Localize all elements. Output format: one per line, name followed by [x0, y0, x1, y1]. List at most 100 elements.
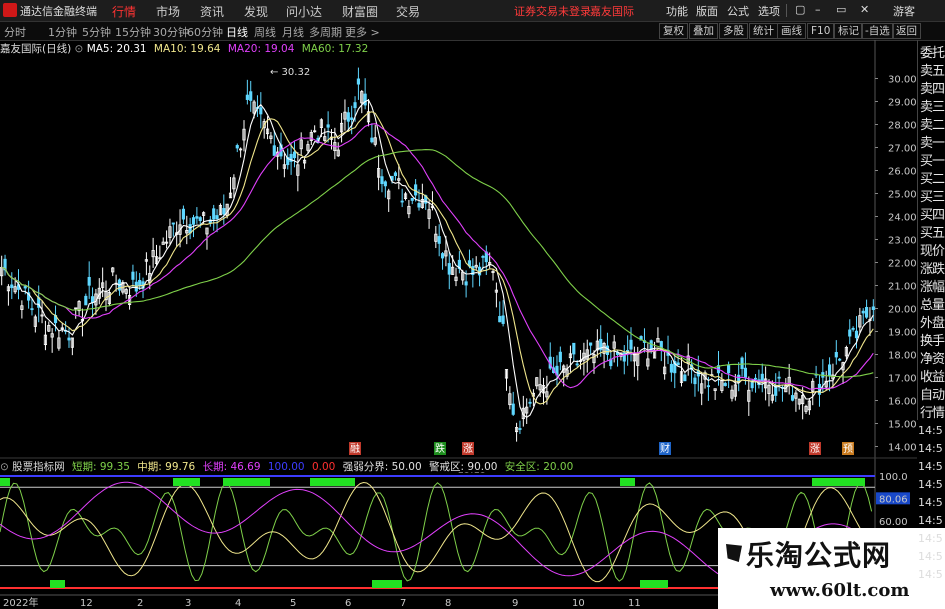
duogu-button[interactable]: 多股 — [719, 23, 748, 39]
side-panel-item[interactable]: 买二 — [920, 168, 945, 187]
side-panel-item[interactable]: 卖一 — [920, 132, 945, 151]
candle-body — [215, 215, 219, 219]
period-more[interactable]: 更多 > — [345, 24, 380, 40]
menu-jiaoyi[interactable]: 交易 — [396, 3, 420, 20]
period-15min[interactable]: 15分钟 — [115, 24, 151, 40]
menu-xuanxiang[interactable]: 选项 — [758, 3, 780, 19]
menu-zixun[interactable]: 资讯 — [200, 3, 224, 20]
upper-line-label: 100.00 — [267, 461, 305, 473]
period-1min[interactable]: 1分钟 — [48, 24, 77, 40]
candle-body — [740, 357, 744, 370]
menu-hangqing[interactable]: 行情 — [112, 3, 136, 20]
period-fenshi[interactable]: 分时 — [4, 24, 26, 40]
menu-gongshi[interactable]: 公式 — [727, 3, 749, 19]
period-30min[interactable]: 30分钟 — [153, 24, 189, 40]
menu-caifuquan[interactable]: 财富圈 — [342, 3, 378, 20]
divider — [786, 4, 787, 17]
period-weekly[interactable]: 周线 — [254, 24, 276, 40]
side-panel-item[interactable]: 行情 — [920, 402, 945, 421]
window-control-icon[interactable]: ▢ — [795, 3, 805, 16]
candle-body — [356, 78, 360, 85]
side-panel-item[interactable]: 买五 — [920, 222, 945, 241]
huaxian-button[interactable]: 画线 — [777, 23, 806, 39]
candle-body — [790, 395, 795, 401]
candle-body — [865, 306, 869, 318]
side-panel-item[interactable]: 收益 — [920, 366, 945, 385]
side-panel-item[interactable]: 换手 — [920, 330, 945, 349]
side-panel-item[interactable]: 总量 — [920, 294, 945, 313]
high-annotation: ← 30.32 — [270, 67, 310, 78]
side-panel-item[interactable]: 自动 — [920, 384, 945, 403]
fanhui-button[interactable]: 返回 — [892, 23, 921, 39]
trade-warning[interactable]: 证券交易未登录 — [514, 3, 591, 19]
candle-body — [138, 280, 142, 287]
indicator-settings-icon[interactable]: ⊙ — [0, 461, 12, 473]
period-daily[interactable]: 日线 — [226, 24, 248, 40]
lower-line-label: 0.00 — [311, 461, 336, 473]
date-tick-label: 10 — [572, 598, 585, 609]
date-tick-label: 7 — [400, 598, 406, 609]
period-monthly[interactable]: 月线 — [282, 24, 304, 40]
ma20-name: MA20 — [227, 43, 258, 55]
menu-gongneng[interactable]: 功能 — [666, 3, 688, 19]
guest-label[interactable]: 游客 — [893, 3, 915, 19]
side-panel-item[interactable]: 买一 — [920, 150, 945, 169]
candle-body — [727, 365, 731, 374]
candle-body — [171, 222, 175, 225]
side-panel-item[interactable]: 卖三 — [920, 96, 945, 115]
kline-chart[interactable]: 30.0029.0028.0027.0026.0025.0024.0023.00… — [0, 40, 917, 609]
side-panel-item[interactable]: 买三 — [920, 186, 945, 205]
candle-body — [30, 308, 34, 311]
settings-icon[interactable]: ⊙ — [75, 43, 87, 55]
side-panel-item[interactable]: 净资 — [920, 348, 945, 367]
tick-time: 14:5 — [918, 460, 943, 473]
minimize-icon[interactable]: – — [815, 3, 821, 16]
biaoji-button[interactable]: 标记 — [834, 23, 863, 39]
candle-body — [84, 295, 88, 306]
diejia-button[interactable]: 叠加 — [689, 23, 718, 39]
fuquan-button[interactable]: 复权 — [659, 23, 688, 39]
maximize-icon[interactable]: ▭ — [836, 3, 846, 16]
side-panel-item[interactable]: 外盘 — [920, 312, 945, 331]
overbought-block — [620, 478, 635, 486]
candle-body — [400, 200, 404, 203]
price-tick-label: 23.00 — [888, 236, 917, 247]
candle-body — [871, 306, 875, 310]
tongji-button[interactable]: 统计 — [749, 23, 778, 39]
side-panel-item[interactable]: 卖五 — [920, 60, 945, 79]
candle-body — [383, 181, 387, 187]
menu-faxian[interactable]: 发现 — [244, 3, 268, 20]
menu-shichang[interactable]: 市场 — [156, 3, 180, 20]
stock-title: 嘉友国际(日线) — [0, 43, 72, 55]
f10-button[interactable]: F10 — [807, 23, 835, 39]
menu-wenxiaoda[interactable]: 问小达 — [286, 3, 322, 20]
side-panel-item[interactable]: 涨跌 — [920, 258, 945, 277]
candle-body — [414, 184, 418, 196]
side-panel-item[interactable]: 现价 — [920, 240, 945, 259]
period-multi[interactable]: 多周期 — [309, 24, 342, 40]
ma5-value: 20.31 — [116, 43, 147, 55]
price-axis: 30.00 29.00 28.00 27.00 26.00 25.00 24.00 23.00… — [888, 75, 917, 454]
period-60min[interactable]: 60分钟 — [187, 24, 223, 40]
menu-banmian[interactable]: 版面 — [696, 3, 718, 19]
ma20-value: 19.04 — [264, 43, 295, 55]
candle-body — [575, 363, 579, 366]
alert-zone-value: 90.00 — [467, 461, 498, 473]
candle-body — [760, 373, 764, 381]
candle-body — [181, 208, 185, 220]
side-panel-item[interactable]: 卖四 — [920, 78, 945, 97]
side-panel-item[interactable]: 买四 — [920, 204, 945, 223]
side-panel-item[interactable]: 涨幅 — [920, 276, 945, 295]
side-panel-item[interactable]: 委托 — [920, 42, 945, 61]
long-term-name: 长期 — [202, 461, 224, 473]
candle-body — [191, 217, 196, 225]
period-5min[interactable]: 5分钟 — [82, 24, 111, 40]
side-panel-item[interactable]: 卖二 — [920, 114, 945, 133]
tick-time: 14:5 — [918, 550, 943, 563]
candle-body — [410, 197, 414, 201]
candle-body — [683, 374, 687, 382]
event-marker-label: 财 — [660, 442, 670, 455]
zixuan-button[interactable]: -自选 — [861, 23, 894, 39]
close-icon[interactable]: ✕ — [860, 3, 869, 16]
overbought-block — [812, 478, 865, 486]
